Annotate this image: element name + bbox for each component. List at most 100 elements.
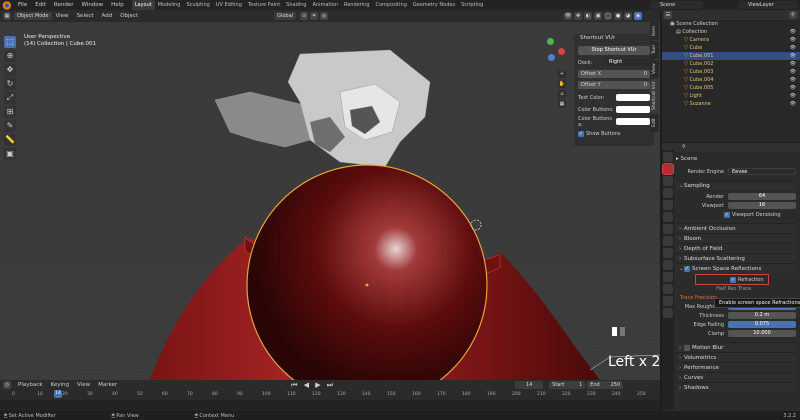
overlay-icon[interactable]: ◐: [584, 12, 593, 20]
texture-props-icon[interactable]: [663, 308, 673, 318]
gizmo-icon[interactable]: ✥: [574, 12, 583, 20]
tab-animation[interactable]: Animation: [309, 0, 341, 10]
pivot-icon[interactable]: ⊙: [300, 12, 309, 20]
tab-rendering[interactable]: Rendering: [341, 0, 373, 10]
volumetrics-section[interactable]: Volumetrics: [676, 352, 796, 363]
outliner-editor-icon[interactable]: ☰: [664, 11, 672, 19]
eye-icon[interactable]: 👁: [790, 36, 796, 44]
eye-icon[interactable]: 👁: [790, 28, 796, 36]
menu-add[interactable]: Add: [98, 13, 117, 19]
eye-icon[interactable]: 👁: [790, 68, 796, 76]
playback-controls[interactable]: ⏮ ◀ ▶ ⏭: [291, 381, 335, 390]
clamp-field[interactable]: 10.000: [728, 330, 796, 337]
ssr-section[interactable]: ✓Screen Space Reflections: [676, 263, 796, 274]
outliner-item[interactable]: ▽ Cube.005 👁: [662, 84, 800, 92]
tab-tool[interactable]: Tool: [650, 41, 659, 59]
end-frame-field[interactable]: End 250: [587, 381, 624, 389]
3d-viewport[interactable]: User Perspective (14) Collection | Cube.…: [0, 22, 660, 380]
collection-row[interactable]: ▤ Collection 👁: [662, 28, 800, 36]
color-buttons-a-swatch[interactable]: [616, 118, 650, 125]
text-color-swatch[interactable]: [616, 94, 650, 101]
filter-icon[interactable]: ⚲: [789, 11, 797, 19]
outliner-item[interactable]: ▽ Cube.004 👁: [662, 76, 800, 84]
outliner-item[interactable]: ▽ Cube.002 👁: [662, 60, 800, 68]
scene-collection-row[interactable]: ▣ Scene Collection: [662, 20, 800, 28]
viewport-samples-field[interactable]: 16: [728, 202, 796, 209]
proportional-icon[interactable]: ◎: [320, 12, 329, 20]
playhead[interactable]: 14: [54, 390, 62, 398]
transform-orientation[interactable]: Global: [274, 12, 297, 20]
tab-shortcut-vur[interactable]: Shortcut VUr: [650, 79, 659, 113]
edge-fading-field[interactable]: 0.075: [728, 321, 796, 328]
bloom-section[interactable]: Bloom: [676, 233, 796, 244]
outliner-item[interactable]: ▽ Light 👁: [662, 92, 800, 100]
half-res-checkbox[interactable]: Half Res Trace: [676, 284, 796, 293]
outliner-item[interactable]: ▽ Camera 👁: [662, 36, 800, 44]
eye-icon[interactable]: 👁: [790, 84, 796, 92]
menu-playback[interactable]: Playback: [14, 382, 47, 388]
data-props-icon[interactable]: [663, 284, 673, 294]
offset-x-field[interactable]: Offset X 0: [578, 70, 650, 78]
tab-texture-paint[interactable]: Texture Paint: [245, 0, 283, 10]
menu-view-timeline[interactable]: View: [73, 382, 94, 388]
xray-icon[interactable]: ▣: [594, 12, 603, 20]
stop-shortcut-button[interactable]: Stop Shortcut VUr: [578, 46, 650, 55]
scale-icon[interactable]: ⤢: [4, 92, 16, 104]
object-props-icon[interactable]: [663, 224, 673, 234]
refraction-checkbox[interactable]: ✓ Refraction: [695, 274, 769, 285]
tool-props-icon[interactable]: [663, 152, 673, 162]
depth-of-field-section[interactable]: Depth of Field: [676, 243, 796, 254]
eye-icon[interactable]: 👁: [790, 92, 796, 100]
menu-keying[interactable]: Keying: [47, 382, 73, 388]
tab-compositing[interactable]: Compositing: [373, 0, 410, 10]
color-buttons-swatch[interactable]: [616, 106, 650, 113]
tab-uv-editing[interactable]: UV Editing: [213, 0, 245, 10]
wireframe-shading-icon[interactable]: ◯: [604, 12, 613, 20]
outliner-item[interactable]: ▽ Cube.001 👁: [662, 52, 800, 60]
eye-icon[interactable]: 👁: [790, 76, 796, 84]
zoom-icon[interactable]: +: [558, 70, 566, 78]
tab-modeling[interactable]: Modeling: [155, 0, 184, 10]
solid-shading-icon[interactable]: ●: [614, 12, 623, 20]
render-props-icon[interactable]: [662, 163, 674, 175]
navigation-gizmo[interactable]: [542, 38, 570, 66]
blender-logo-icon[interactable]: [2, 0, 11, 10]
tab-sculpting[interactable]: Sculpting: [183, 0, 212, 10]
tab-scripting[interactable]: Scripting: [458, 0, 486, 10]
world-props-icon[interactable]: [663, 212, 673, 222]
sampling-section[interactable]: Sampling: [676, 180, 796, 191]
show-buttons-checkbox[interactable]: ✓ Show Buttons: [574, 129, 654, 138]
thickness-field[interactable]: 0.2 m: [728, 312, 796, 319]
tab-edit[interactable]: Edit: [650, 114, 659, 132]
eye-icon[interactable]: 👁: [790, 100, 796, 108]
tab-layout[interactable]: Layout: [131, 0, 155, 10]
render-engine-dropdown[interactable]: Eevee: [728, 168, 796, 175]
snap-icon[interactable]: ⌗: [310, 12, 319, 20]
frame-ruler[interactable]: 0 10 20 30 40 50 60 70 80 90 100 110 120 130 140 150 160…: [0, 390, 660, 400]
physics-props-icon[interactable]: [663, 260, 673, 270]
eye-icon[interactable]: 👁: [790, 60, 796, 68]
menu-edit[interactable]: Edit: [31, 2, 50, 8]
constraints-props-icon[interactable]: [663, 272, 673, 282]
rotate-icon[interactable]: ↻: [4, 78, 16, 90]
grid-view-icon[interactable]: ▦: [558, 100, 566, 108]
measure-icon[interactable]: 📏: [4, 134, 16, 146]
checkbox-icon[interactable]: [684, 344, 690, 351]
outliner-item[interactable]: ▽ Suzanne 👁: [662, 100, 800, 108]
check-icon[interactable]: ✓: [684, 265, 690, 272]
outliner-item[interactable]: ▽ Cube 👁: [662, 44, 800, 52]
select-box-icon[interactable]: ⬚: [4, 36, 16, 48]
move-icon[interactable]: ✥: [4, 64, 16, 76]
viewport-denoising-checkbox[interactable]: ✓ Viewport Denoising: [676, 210, 796, 219]
eye-icon[interactable]: 👁: [790, 52, 796, 60]
camera-view-icon[interactable]: ⌂: [558, 90, 566, 98]
subsurface-scattering-section[interactable]: Subsurface Scattering: [676, 253, 796, 264]
start-frame-field[interactable]: Start 1: [549, 381, 586, 389]
output-props-icon[interactable]: [663, 176, 673, 186]
scene-selector[interactable]: Scene: [651, 1, 703, 9]
outliner-item[interactable]: ▽ Cube.003 👁: [662, 68, 800, 76]
timeline-editor-icon[interactable]: ◷: [3, 381, 11, 389]
tab-item[interactable]: Item: [650, 22, 659, 40]
gizmo-y-icon[interactable]: [547, 38, 554, 45]
current-frame-field[interactable]: 14: [515, 381, 544, 389]
